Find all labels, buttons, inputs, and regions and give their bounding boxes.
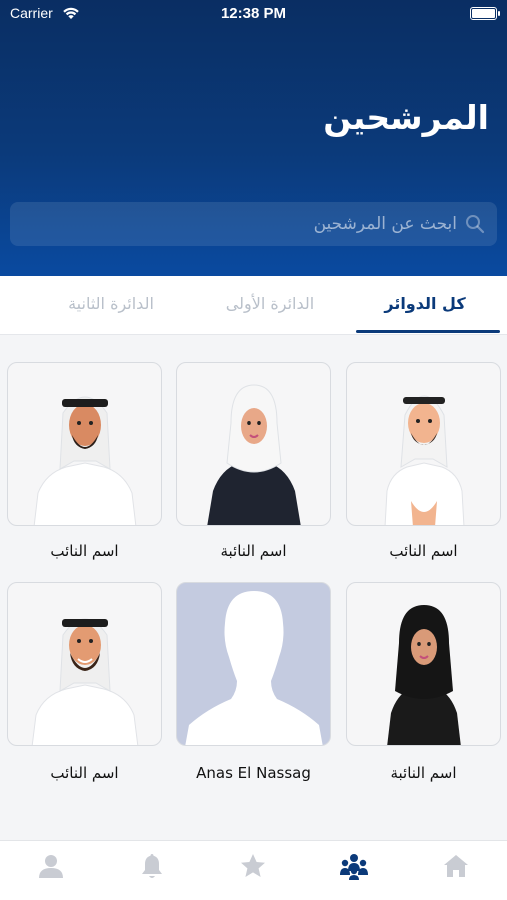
search-icon: [466, 215, 485, 234]
candidate-name[interactable]: Anas El Nassag: [176, 764, 331, 782]
man-ghutra-white-icon: [384, 395, 465, 525]
candidates-grid: اسم النائب اسم النائبة اسم النائب اسم ال…: [0, 335, 507, 840]
candidate-name[interactable]: اسم النائب: [7, 542, 162, 560]
page-title: المرشحين: [323, 98, 489, 137]
man-ghutra-red-smiling-icon: [31, 618, 139, 745]
home-icon[interactable]: [441, 851, 471, 881]
candidate-name[interactable]: اسم النائب: [346, 542, 501, 560]
battery-icon: [470, 7, 500, 20]
candidate-card[interactable]: [7, 582, 162, 746]
candidate-name[interactable]: اسم النائبة: [176, 542, 331, 560]
candidate-card[interactable]: [176, 362, 331, 526]
bell-icon[interactable]: [137, 851, 167, 881]
profile-icon[interactable]: [36, 851, 66, 881]
candidate-card[interactable]: [176, 582, 331, 746]
man-ghutra-red-icon: [33, 396, 137, 525]
candidate-name[interactable]: اسم النائب: [7, 764, 162, 782]
search-box[interactable]: [10, 202, 497, 246]
header: Carrier 12:38 PM المرشحين: [0, 0, 507, 276]
woman-white-hijab-icon: [207, 384, 301, 525]
tab-second-district[interactable]: الدائرة الثانية: [36, 276, 186, 335]
default-person-silhouette-icon: [185, 591, 323, 745]
status-bar: Carrier 12:38 PM: [0, 0, 507, 30]
candidate-card[interactable]: [7, 362, 162, 526]
active-tab-indicator: [356, 330, 500, 333]
candidate-card[interactable]: [346, 362, 501, 526]
star-icon[interactable]: [238, 851, 268, 881]
search-input[interactable]: [50, 202, 457, 246]
bottom-tab-bar: [0, 840, 507, 900]
clock: 12:38 PM: [220, 5, 287, 22]
district-tabs: كل الدوائر الدائرة الأولى الدائرة الثاني…: [0, 276, 507, 335]
woman-black-hijab-icon: [387, 605, 461, 745]
candidates-group-icon[interactable]: [339, 851, 369, 881]
tab-all-districts[interactable]: كل الدوائر: [350, 276, 500, 335]
tab-first-district[interactable]: الدائرة الأولى: [195, 276, 345, 335]
candidate-name[interactable]: اسم النائبة: [346, 764, 501, 782]
candidate-card[interactable]: [346, 582, 501, 746]
